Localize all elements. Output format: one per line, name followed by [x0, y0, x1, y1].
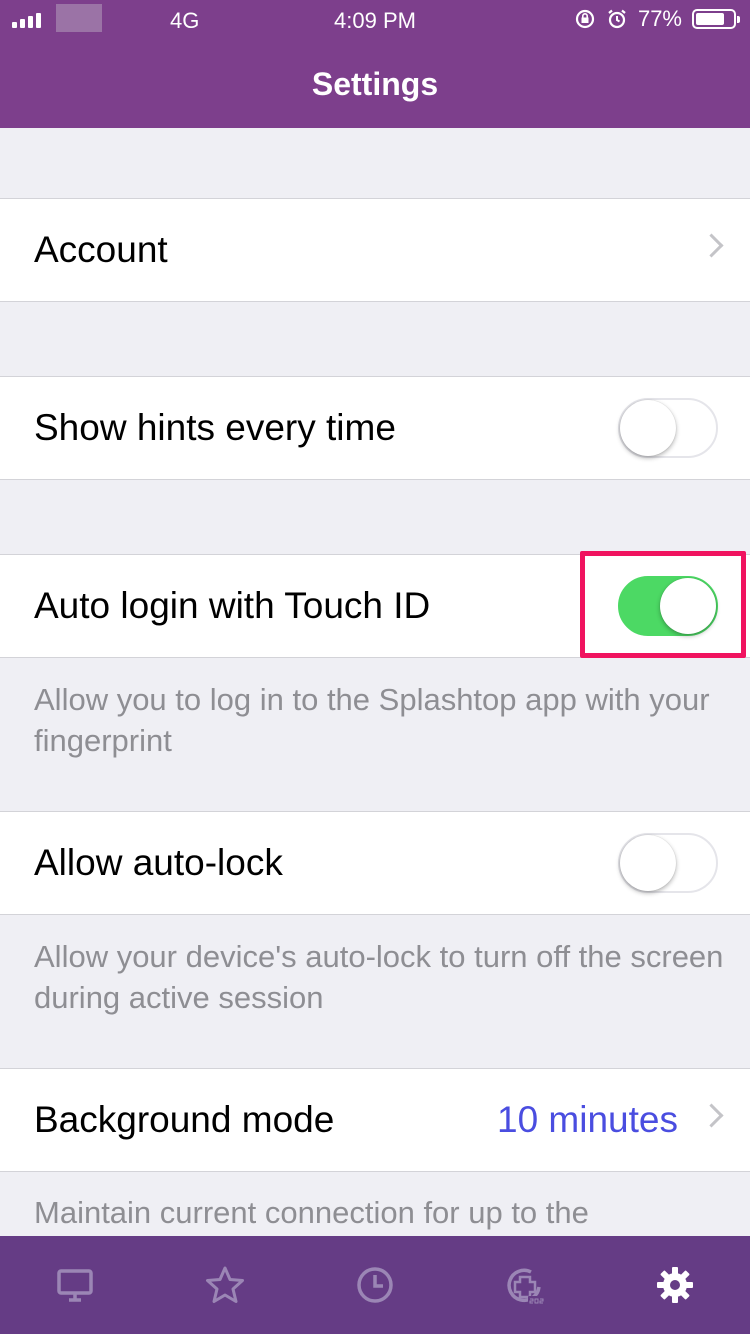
gear-icon [657, 1267, 693, 1303]
auto-lock-footnote: Allow your device's auto-lock to turn of… [34, 939, 724, 1015]
background-mode-label: Background mode [34, 1099, 335, 1140]
background-mode-value: 10 minutes [497, 1099, 678, 1140]
tab-computers[interactable] [0, 1236, 150, 1334]
rotation-lock-icon [575, 9, 595, 29]
tab-favorites[interactable] [150, 1236, 300, 1334]
show-hints-label: Show hints every time [34, 407, 396, 448]
auto-login-footnote: Allow you to log in to the Splashtop app… [34, 682, 710, 758]
battery-percent: 77% [637, 6, 682, 31]
alarm-icon [608, 9, 626, 29]
tab-bar [0, 1236, 750, 1334]
toggle-knob [620, 400, 676, 456]
auto-lock-label: Allow auto-lock [34, 842, 283, 883]
star-icon [206, 1266, 244, 1303]
background-mode-cell[interactable]: Background mode 10 minutes [0, 1068, 750, 1172]
status-right: 77% [574, 6, 740, 32]
page-title: Settings [311, 66, 439, 102]
status-bar: 4G 4:09 PM 77% [0, 0, 750, 40]
show-hints-cell: Show hints every time [0, 376, 750, 480]
chevron-right-icon [699, 1103, 724, 1128]
auto-login-label: Auto login with Touch ID [34, 585, 431, 626]
tab-recent[interactable] [300, 1236, 450, 1334]
toggle-knob [620, 835, 676, 891]
account-cell[interactable]: Account [0, 198, 750, 302]
show-hints-toggle[interactable] [618, 398, 718, 458]
tab-sos[interactable] [450, 1236, 600, 1334]
auto-lock-cell: Allow auto-lock [0, 811, 750, 915]
background-mode-footnote: Maintain current connection for up to th… [34, 1195, 589, 1230]
nav-bar: Settings [0, 40, 750, 128]
monitor-icon [57, 1269, 93, 1302]
account-label: Account [34, 229, 168, 270]
chevron-right-icon [699, 233, 724, 258]
highlight-box [580, 551, 746, 658]
sos-icon [507, 1268, 545, 1305]
tab-settings[interactable] [600, 1236, 750, 1334]
auto-lock-toggle[interactable] [618, 833, 718, 893]
battery-icon [692, 9, 740, 29]
clock-icon [357, 1267, 393, 1303]
